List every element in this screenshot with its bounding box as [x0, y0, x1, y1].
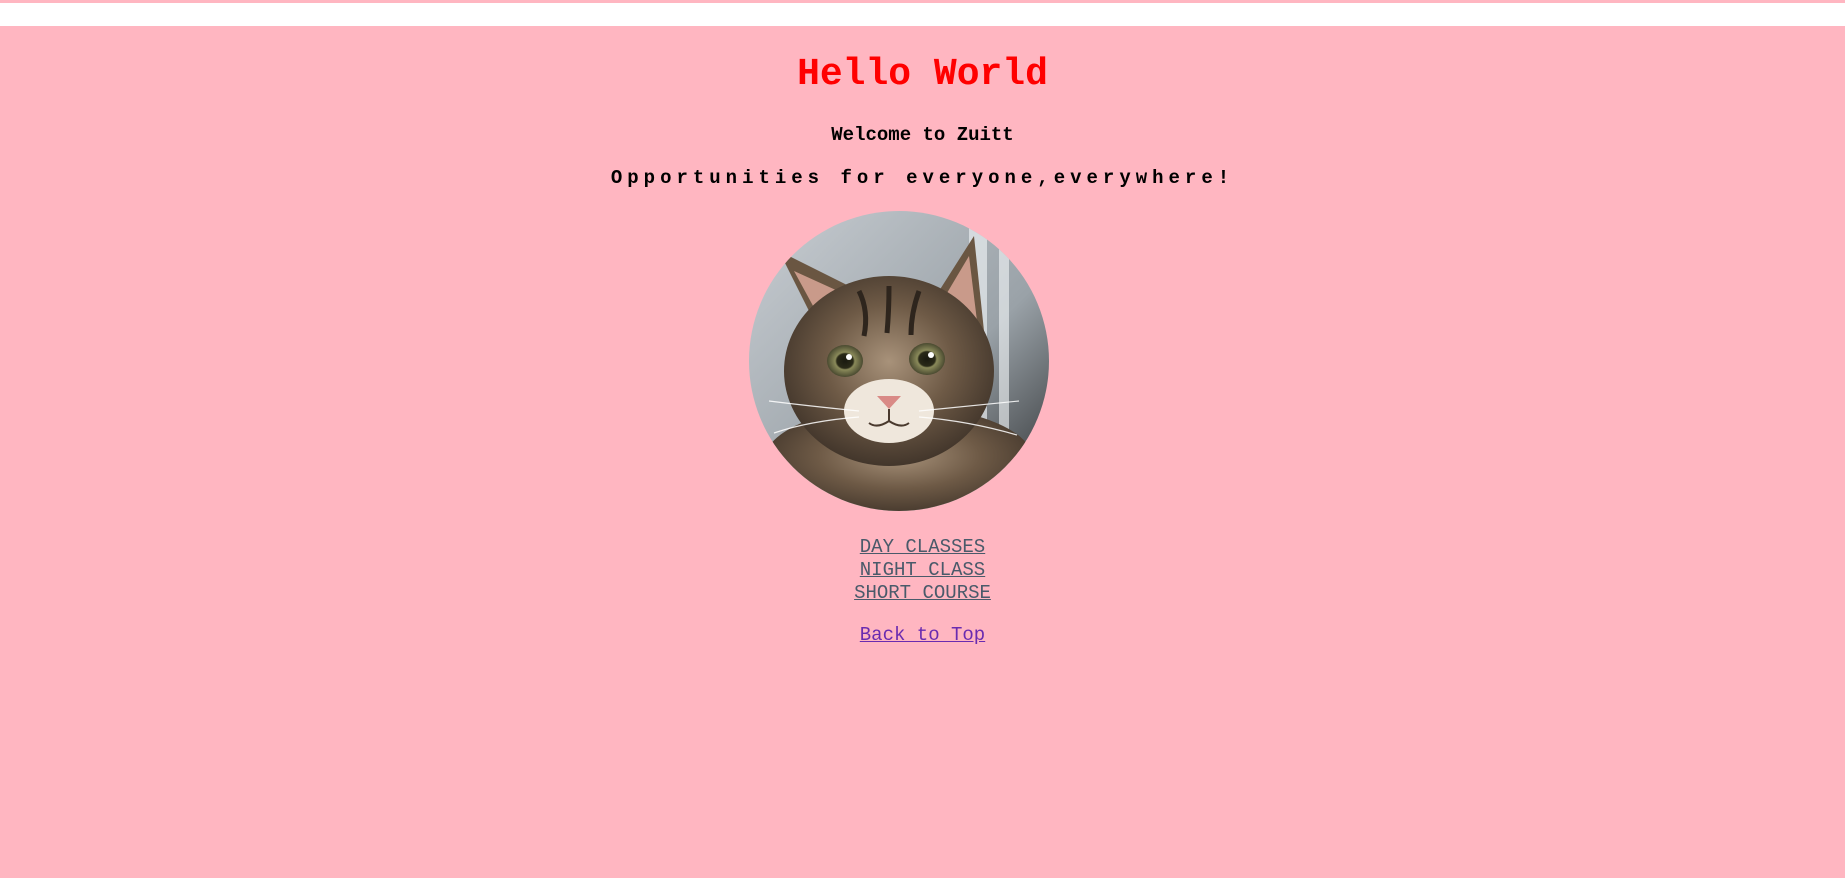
- cat-image-icon: [749, 211, 1049, 511]
- tagline-heading: Opportunities for everyone,everywhere!: [610, 167, 1235, 189]
- list-item: SHORT COURSE: [0, 582, 1845, 605]
- top-strip: [0, 0, 1845, 3]
- welcome-heading: Welcome to Zuitt: [831, 124, 1014, 146]
- short-course-link[interactable]: SHORT COURSE: [854, 582, 991, 604]
- night-class-link[interactable]: NIGHT CLASS: [860, 559, 985, 581]
- page-body: Hello World Welcome to Zuitt Opportuniti…: [0, 26, 1845, 878]
- back-to-top-container: Back to Top: [0, 624, 1845, 647]
- page-title: Hello World: [797, 53, 1048, 96]
- list-item: NIGHT CLASS: [0, 559, 1845, 582]
- cat-photo: [749, 211, 1049, 511]
- back-to-top-link[interactable]: Back to Top: [860, 624, 985, 646]
- day-classes-link[interactable]: DAY CLASSES: [860, 536, 985, 558]
- class-links: DAY CLASSES NIGHT CLASS SHORT COURSE: [0, 536, 1845, 605]
- list-item: DAY CLASSES: [0, 536, 1845, 559]
